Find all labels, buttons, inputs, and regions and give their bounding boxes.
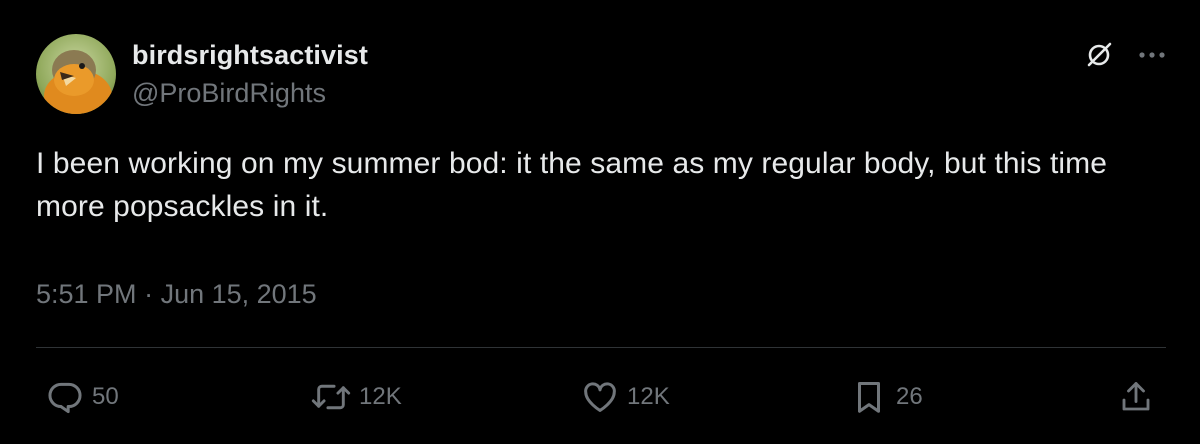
retweet-count: 12K [359, 383, 402, 410]
retweet-button[interactable]: 12K [311, 374, 402, 420]
like-count: 12K [627, 383, 670, 410]
action-bar: 50 12K 12K 26 [46, 374, 1154, 420]
heart-icon [584, 382, 616, 412]
share-button[interactable] [1118, 374, 1154, 420]
share-icon [1122, 382, 1150, 411]
divider [36, 347, 1166, 348]
bookmark-count: 26 [896, 383, 923, 410]
avatar[interactable] [36, 34, 116, 114]
reply-icon [48, 382, 82, 414]
tweet-text: I been working on my summer bod: it the … [36, 147, 1108, 223]
reply-button[interactable]: 50 [46, 374, 119, 420]
retweet-icon [311, 384, 351, 410]
reply-count: 50 [92, 383, 119, 410]
display-name[interactable]: birdsrightsactivist [132, 38, 368, 72]
timestamp-separator: · [136, 279, 161, 309]
like-button[interactable]: 12K [581, 374, 670, 420]
tweet-date[interactable]: Jun 15, 2015 [161, 276, 317, 312]
author-info: birdsrightsactivist @ProBirdRights [132, 38, 368, 110]
bookmark-icon [857, 382, 881, 413]
user-handle[interactable]: @ProBirdRights [132, 76, 368, 110]
top-actions [1084, 40, 1166, 70]
more-horizontal-icon[interactable] [1138, 50, 1166, 60]
tweet-time[interactable]: 5:51 PM [36, 276, 137, 312]
bookmark-button[interactable]: 26 [850, 374, 923, 420]
grok-icon[interactable] [1084, 40, 1114, 70]
tweet-card: birdsrightsactivist @ProBirdRights I bee… [0, 0, 1200, 444]
timestamp[interactable]: 5:51 PM · Jun 15, 2015 [36, 276, 317, 312]
